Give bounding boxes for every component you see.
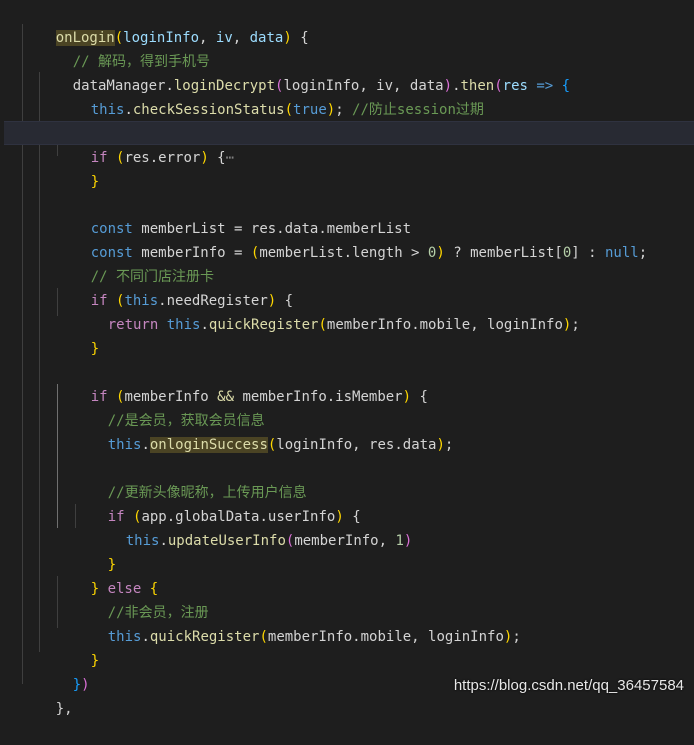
method-name: checkSessionStatus: [132, 102, 285, 118]
line-gutter: [0, 2, 22, 26]
code-line[interactable]: // 解码，得到手机号: [39, 26, 694, 70]
code-editor[interactable]: onLogin(loginInfo, iv, data) { // 解码，得到手…: [0, 0, 694, 717]
code-line[interactable]: //非会员，注册: [74, 577, 694, 621]
code-line[interactable]: } else {: [57, 553, 694, 597]
code-line[interactable]: }: [57, 146, 694, 190]
code-line[interactable]: return this.quickRegister(memberInfo.mob…: [74, 289, 694, 333]
code-line[interactable]: const memberList = res.data.memberList: [57, 193, 694, 237]
code-line[interactable]: this.updateUserInfo(memberInfo, 1): [92, 505, 694, 549]
this-keyword: this: [90, 102, 125, 118]
code-line[interactable]: }): [39, 649, 694, 693]
watermark: https://blog.csdn.net/qq_36457584: [453, 677, 684, 694]
code-line[interactable]: //更新头像昵称，上传用户信息: [74, 457, 694, 501]
code-line[interactable]: }: [74, 529, 694, 573]
semicolon: ;: [444, 437, 454, 453]
code-line[interactable]: this.checkSessionStatus(true); //防止sessi…: [57, 74, 694, 118]
paren: ): [436, 437, 445, 453]
code-line[interactable]: }: [57, 625, 694, 669]
brace: }: [90, 341, 100, 357]
dot: .: [141, 437, 150, 453]
code-line[interactable]: if (this.needRegister) {: [57, 265, 694, 309]
paren: ): [326, 102, 336, 118]
semicolon: ;: [335, 102, 353, 118]
paren: (: [284, 102, 294, 118]
code-line[interactable]: if (memberInfo && memberInfo.isMember) {: [57, 361, 694, 405]
code-line[interactable]: if (app.globalData.userInfo) {: [74, 481, 694, 525]
comment: //防止session过期: [352, 102, 484, 118]
args: loginInfo, res.data: [276, 437, 437, 453]
code-line[interactable]: onLogin(loginInfo, iv, data) {: [22, 2, 694, 46]
current-line[interactable]: if (res.error) {⋯: [4, 121, 694, 166]
code-line[interactable]: //是会员，获取会员信息: [74, 385, 694, 429]
code-line[interactable]: }: [57, 313, 694, 357]
this-keyword: this: [107, 437, 142, 453]
brace: },: [55, 701, 73, 717]
brace: }: [90, 174, 100, 190]
boolean: true: [293, 102, 327, 118]
code-line[interactable]: dataManager.loginDecrypt(loginInfo, iv, …: [39, 50, 694, 94]
method-name-highlighted[interactable]: onloginSuccess: [149, 437, 268, 453]
code-line[interactable]: // 不同门店注册卡: [57, 241, 694, 285]
code-line[interactable]: const memberInfo = (memberList.length > …: [57, 217, 694, 261]
code-line[interactable]: this.onloginSuccess(loginInfo, res.data)…: [74, 409, 694, 453]
code-line[interactable]: this.quickRegister(memberInfo.mobile, lo…: [74, 601, 694, 645]
dot: .: [124, 102, 133, 118]
